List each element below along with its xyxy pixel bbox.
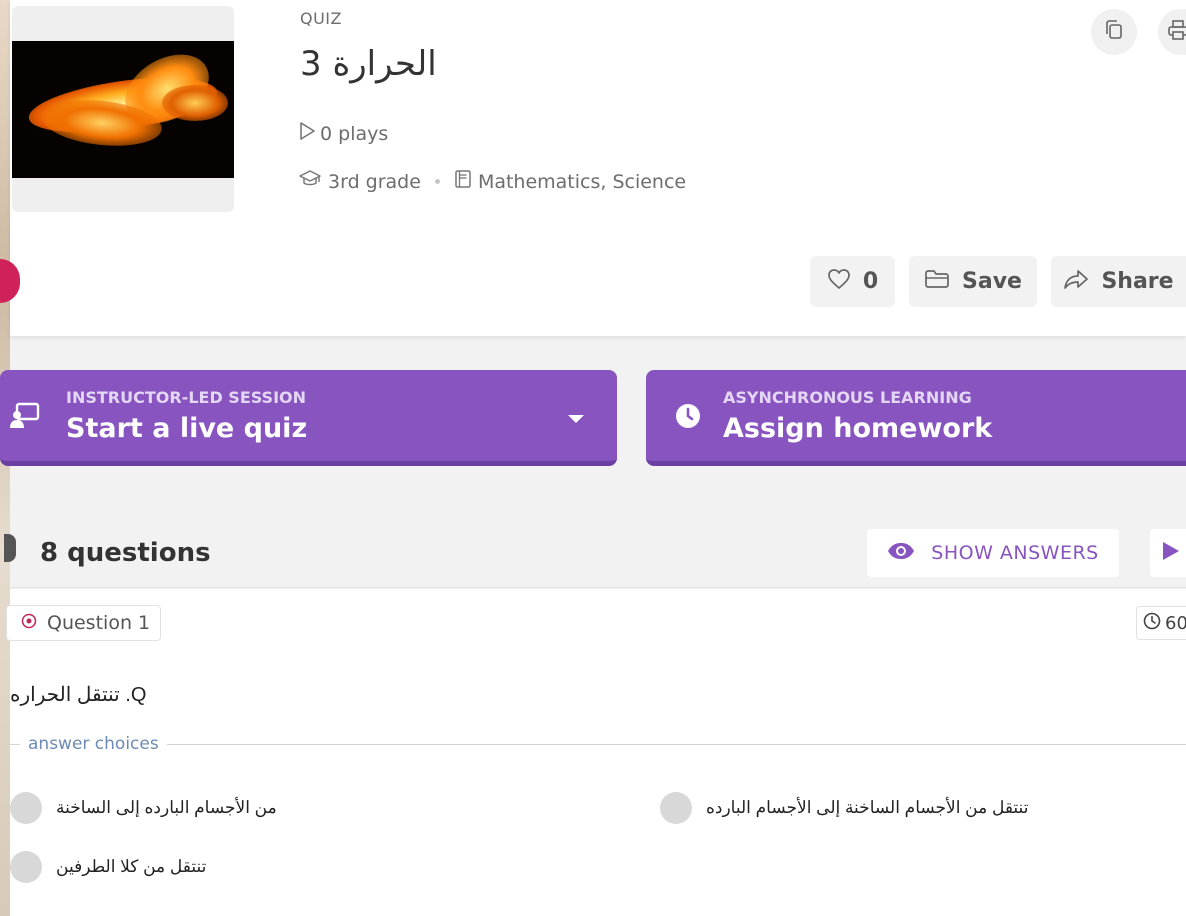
quiz-header: QUIZ الحرارة 3 0 plays 3rd grade Mathema… <box>0 0 1186 336</box>
live-quiz-title: Start a live quiz <box>66 413 308 444</box>
question-text: Q. تنتقل الحراره <box>10 684 147 706</box>
show-answers-button[interactable]: SHOW ANSWERS <box>867 529 1119 577</box>
question-card: Question 1 60 Q. تنتقل الحراره answer ch… <box>6 589 1186 916</box>
question-timer: 60 <box>1136 606 1186 640</box>
graduation-cap-icon <box>298 169 322 194</box>
radio-button[interactable] <box>660 792 692 824</box>
save-button[interactable]: Save <box>909 256 1037 307</box>
plays-count: 0 plays <box>320 122 389 145</box>
plays-info: 0 plays <box>298 121 388 146</box>
print-button[interactable] <box>1158 9 1186 55</box>
start-live-quiz-button[interactable]: INSTRUCTOR-LED SESSION Start a live quiz <box>0 370 617 466</box>
async-learning-label: ASYNCHRONOUS LEARNING <box>723 388 972 407</box>
answer-choice[interactable]: تنتقل من الأجسام الساخنة إلى الأجسام الب… <box>660 792 1028 824</box>
copy-icon <box>1104 19 1124 45</box>
play-button[interactable] <box>1150 529 1186 577</box>
book-icon <box>454 169 472 194</box>
sidebar-handle <box>4 534 16 562</box>
homework-title: Assign homework <box>723 413 993 444</box>
choice-text: تنتقل من الأجسام الساخنة إلى الأجسام الب… <box>706 798 1029 817</box>
save-label: Save <box>962 269 1022 294</box>
separator-dot <box>434 179 440 184</box>
choice-text: تنتقل من كلا الطرفين <box>56 857 207 876</box>
like-count: 0 <box>862 269 879 294</box>
caret-down-icon[interactable] <box>566 410 586 429</box>
folder-icon <box>924 269 950 295</box>
target-icon <box>21 612 37 634</box>
quiz-meta: 3rd grade Mathematics, Science <box>298 169 686 194</box>
question-tag: Question 1 <box>6 605 162 641</box>
question-number: Question 1 <box>47 612 151 634</box>
presentation-icon <box>10 402 40 432</box>
printer-icon <box>1167 19 1186 45</box>
question-count: 8 questions <box>40 538 211 568</box>
heart-icon <box>827 268 851 296</box>
play-outline-icon <box>298 121 316 146</box>
copy-button[interactable] <box>1091 9 1137 55</box>
radio-button[interactable] <box>10 792 42 824</box>
answer-choice[interactable]: تنتقل من كلا الطرفين <box>10 851 206 883</box>
quiz-type-label: QUIZ <box>300 9 342 28</box>
share-button[interactable]: Share <box>1051 256 1186 307</box>
clock-icon <box>674 402 702 434</box>
live-session-label: INSTRUCTOR-LED SESSION <box>66 388 307 407</box>
show-answers-label: SHOW ANSWERS <box>931 542 1099 564</box>
clock-outline-icon <box>1143 612 1161 635</box>
play-icon <box>1160 541 1180 565</box>
timer-value: 60 <box>1165 612 1186 634</box>
quiz-title: الحرارة 3 <box>300 44 437 84</box>
assign-homework-button[interactable]: ASYNCHRONOUS LEARNING Assign homework <box>646 370 1186 466</box>
page: QUIZ الحرارة 3 0 plays 3rd grade Mathema… <box>0 0 1186 916</box>
answer-choice[interactable]: من الأجسام البارده إلى الساخنة <box>10 792 277 824</box>
answer-choices-label: answer choices <box>28 734 159 754</box>
avatar[interactable] <box>0 259 20 303</box>
eye-icon <box>887 542 915 565</box>
grade-label: 3rd grade <box>328 170 421 193</box>
fire-image <box>12 41 234 178</box>
share-arrow-icon <box>1063 268 1089 296</box>
subjects-label: Mathematics, Science <box>477 170 687 193</box>
quiz-thumbnail <box>12 6 234 212</box>
like-button[interactable]: 0 <box>810 256 895 307</box>
answer-choices-divider: answer choices <box>10 734 1186 754</box>
share-label: Share <box>1101 269 1174 294</box>
questions-toolbar: 8 questions SHOW ANSWERS <box>4 512 1186 588</box>
radio-button[interactable] <box>10 851 42 883</box>
choice-text: من الأجسام البارده إلى الساخنة <box>56 798 277 817</box>
